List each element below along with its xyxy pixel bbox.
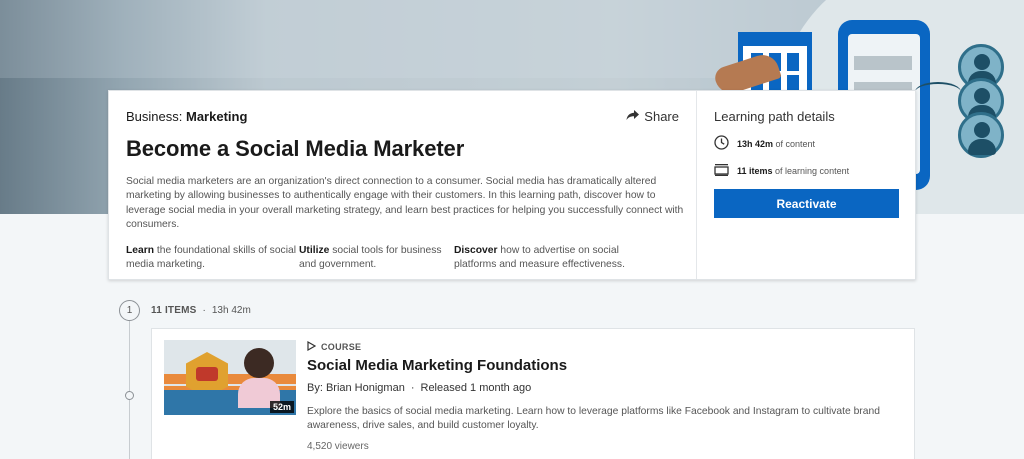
content-stack-icon <box>714 163 729 178</box>
duration-badge: 52m <box>269 401 294 413</box>
content-type: COURSE <box>307 340 907 353</box>
duration-row: 13h 42m of content <box>714 135 899 152</box>
course-author: By: Brian Honigman <box>307 382 405 394</box>
byline-separator: · <box>410 382 415 394</box>
learning-path-card: Business: Marketing Share Become a Socia… <box>108 90 916 280</box>
highlight-item: Learn the foundational skills of social … <box>126 244 299 273</box>
items-value: 11 items <box>737 165 773 176</box>
course-description: Explore the basics of social media marke… <box>307 406 880 432</box>
items-row: 11 items of learning content <box>714 163 899 178</box>
path-highlights: Learn the foundational skills of social … <box>126 244 679 273</box>
meta-separator: · <box>202 305 206 316</box>
path-overview: Business: Marketing Share Become a Socia… <box>109 91 696 279</box>
share-icon <box>626 109 640 124</box>
items-count: 11 ITEMS <box>151 305 197 316</box>
highlight-keyword: Discover <box>454 244 498 256</box>
highlight-item: Discover how to advertise on social plat… <box>454 244 644 273</box>
reactivate-button[interactable]: Reactivate <box>714 189 899 218</box>
step-number-badge: 1 <box>119 300 140 321</box>
timeline-dot <box>125 391 134 400</box>
arrow-illustration <box>915 82 961 102</box>
course-title[interactable]: Social Media Marketing Foundations <box>307 357 907 374</box>
learning-path-details: Learning path details 13h 42m of content… <box>696 91 916 279</box>
person-icon <box>958 112 1004 158</box>
path-description: Social media marketers are an organizati… <box>126 176 684 231</box>
share-button[interactable]: Share <box>626 109 679 124</box>
highlight-keyword: Utilize <box>299 244 330 256</box>
instructor-avatar <box>244 348 274 378</box>
viewer-count: 4,520 viewers <box>307 440 369 452</box>
highlight-keyword: Learn <box>126 244 155 256</box>
share-label: Share <box>644 109 679 124</box>
course-card[interactable]: 52m COURSE Social Media Marketing Founda… <box>151 328 915 459</box>
timeline-line <box>129 320 130 459</box>
page-title: Become a Social Media Marketer <box>126 136 465 161</box>
course-byline: By: Brian Honigman · Released 1 month ag… <box>307 382 907 394</box>
details-heading: Learning path details <box>714 109 835 124</box>
clock-icon <box>714 135 729 152</box>
category-link[interactable]: Marketing <box>186 109 247 124</box>
duration-suffix: of content <box>773 138 816 149</box>
category-breadcrumb: Business: Marketing <box>126 109 679 124</box>
section-meta: 11 ITEMS · 13h 42m <box>151 305 251 316</box>
highlight-item: Utilize social tools for business and go… <box>299 244 454 273</box>
speech-bubble-icon <box>196 367 218 381</box>
category-prefix: Business: <box>126 109 186 124</box>
section-duration: 13h 42m <box>211 305 251 316</box>
play-icon <box>307 340 317 353</box>
duration-value: 13h 42m <box>737 138 774 149</box>
release-date: Released 1 month ago <box>420 382 532 394</box>
course-info: COURSE Social Media Marketing Foundation… <box>307 340 907 452</box>
content-type-label: COURSE <box>321 342 362 352</box>
items-suffix: of learning content <box>772 165 850 176</box>
course-thumbnail[interactable]: 52m <box>164 340 296 415</box>
